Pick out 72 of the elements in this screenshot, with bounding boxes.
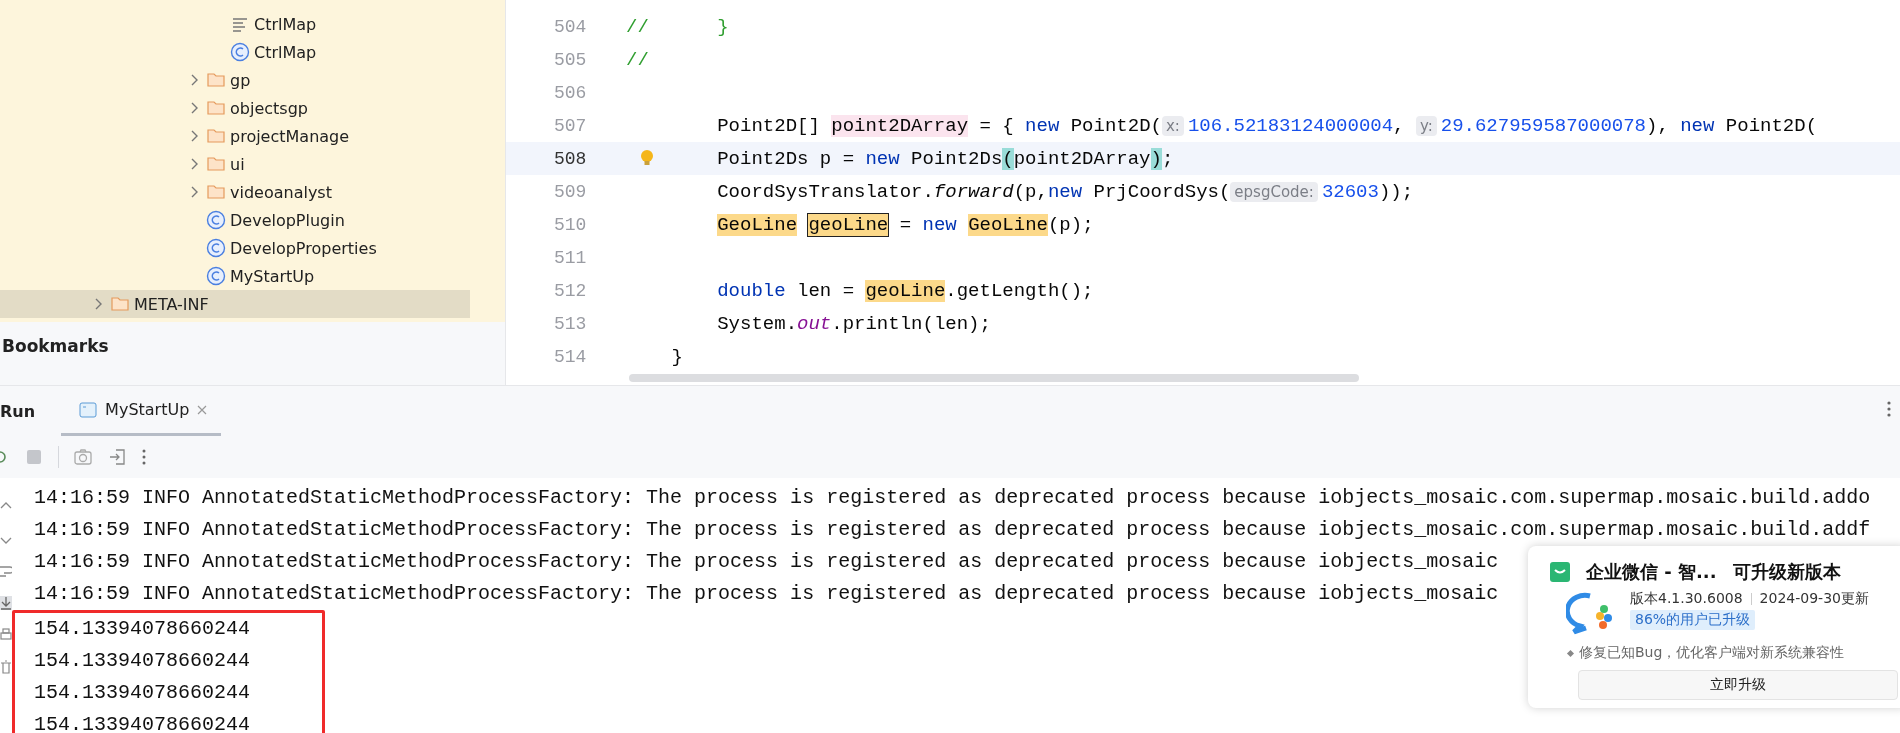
trash-icon[interactable] xyxy=(0,660,12,674)
folder-icon xyxy=(206,182,226,202)
line-number: 513 xyxy=(553,313,588,334)
tree-item[interactable]: videoanalyst xyxy=(230,182,332,202)
tree-item[interactable]: objectsgp xyxy=(230,98,308,118)
folder-icon xyxy=(110,294,130,314)
line-number: 507 xyxy=(553,115,588,136)
close-icon[interactable] xyxy=(197,404,208,415)
console-line: 154.13394078660244 xyxy=(33,648,251,674)
tree-item[interactable]: CtrlMap xyxy=(254,14,317,34)
panel-title: Bookmarks xyxy=(2,336,109,356)
class-icon xyxy=(206,238,226,258)
camera-icon[interactable] xyxy=(73,447,93,467)
upgrade-button[interactable]: 立即升级 xyxy=(1578,670,1898,700)
code-line: Point2Ds p = new Point2Ds(point2DArray); xyxy=(716,147,1174,170)
console-line: 154.13394078660244 xyxy=(33,616,251,642)
line-number: 510 xyxy=(553,214,588,235)
class-icon xyxy=(230,42,250,62)
version-text: 版本4.1.30.6008 xyxy=(1630,590,1743,608)
line-number: 509 xyxy=(553,181,588,202)
notification-headline: 可升级新版本 xyxy=(1732,560,1841,584)
code-line: } xyxy=(670,345,683,368)
scrollbar[interactable] xyxy=(629,374,1359,382)
tree-item[interactable]: ui xyxy=(230,154,245,174)
print-icon[interactable] xyxy=(0,628,12,642)
console-line: 14:16:59 INFO AnnotatedStaticMethodProcessFactory: The process is registered as deprecated process because iobjects_mosaic.com.supermap.mosaic.build.addf xyxy=(33,517,1871,543)
line-number: 514 xyxy=(553,346,588,367)
bullet-icon xyxy=(1566,649,1575,657)
console-line: 154.13394078660244 xyxy=(33,712,251,733)
app-name: 企业微信 - 智... xyxy=(1586,560,1717,584)
class-icon xyxy=(206,210,226,230)
panel-title: Run xyxy=(0,401,36,421)
code-line: Point2D[] point2DArray = { new Point2D( x: 106.52183124000004, y: 29.627959587000078), new Point2D( xyxy=(716,114,1818,137)
sign-in-icon[interactable] xyxy=(107,447,127,467)
folder-icon xyxy=(206,126,226,146)
wrap-icon[interactable] xyxy=(0,564,12,578)
code-line: CoordSysTranslator.forward(p,new PrjCoordSys( epsgCode: 32603)); xyxy=(716,180,1414,203)
class-icon xyxy=(206,266,226,286)
console-line: 14:16:59 INFO AnnotatedStaticMethodProcessFactory: The process is registered as deprecated process because iobjects_mosaic xyxy=(33,581,1499,607)
line-number: 512 xyxy=(553,280,588,301)
release-note: 修复已知Bug，优化客户端对新系统兼容性 xyxy=(1579,644,1845,662)
code-line: double len = geoLine.getLength(); xyxy=(716,279,1094,302)
line-number: 511 xyxy=(553,247,588,268)
app-icon xyxy=(1550,562,1570,582)
code-line: // } xyxy=(626,15,729,38)
line-number: 504 xyxy=(553,16,588,37)
tree-item[interactable]: projectManage xyxy=(230,126,350,146)
tree-item[interactable]: DevelopPlugin xyxy=(230,210,345,230)
tree-item[interactable]: MyStartUp xyxy=(230,266,315,286)
line-number: 506 xyxy=(553,82,588,103)
folder-icon xyxy=(206,70,226,90)
tree-item[interactable]: DevelopProperties xyxy=(230,238,377,258)
scroll-to-end-icon[interactable] xyxy=(0,596,12,610)
tree-item[interactable]: CtrlMap xyxy=(254,42,317,62)
line-number: 505 xyxy=(553,49,588,70)
folder-icon xyxy=(206,154,226,174)
more-options-icon[interactable] xyxy=(141,447,147,467)
console-window-icon xyxy=(79,401,98,418)
console-line: 154.13394078660244 xyxy=(33,680,251,706)
lightbulb-icon[interactable] xyxy=(640,149,654,167)
code-line: // xyxy=(626,48,649,71)
line-number: 508 xyxy=(553,148,588,169)
console-line: 14:16:59 INFO AnnotatedStaticMethodProcessFactory: The process is registered as deprecated process because iobjects_mosaic xyxy=(33,549,1499,575)
code-line: GeoLine geoLine = new GeoLine(p); xyxy=(716,213,1094,236)
tree-item[interactable]: META-INF xyxy=(134,294,209,314)
more-options-icon[interactable] xyxy=(1886,400,1892,418)
code-line: System.out.println(len); xyxy=(716,312,991,335)
upgrade-badge: 86%的用户已升级 xyxy=(1630,610,1756,630)
folder-icon xyxy=(206,98,226,118)
console-line: 14:16:59 INFO AnnotatedStaticMethodProcessFactory: The process is registered as deprecated process because iobjects_mosaic.com.supermap.mosaic.build.addo xyxy=(33,485,1871,511)
tree-item[interactable]: gp xyxy=(230,70,251,90)
update-date: 2024-09-30更新 xyxy=(1759,590,1869,608)
